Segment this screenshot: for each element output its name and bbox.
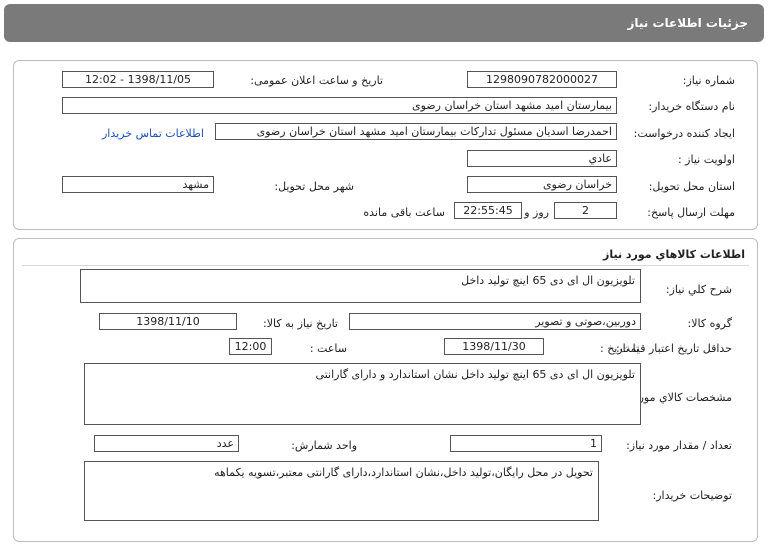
days-word: روز و	[524, 206, 549, 219]
creator-field[interactable]: احمدرضا اسدیان مسئول تدارکات بیمارستان ا…	[215, 123, 617, 140]
summary-field[interactable]: تلویزیون ال ای دی 65 اینچ تولید داخل	[80, 269, 641, 303]
summary-label: شرح کلي نياز:	[665, 283, 732, 296]
unit-label: واحد شمارش:	[291, 439, 357, 452]
buyer-notes-label: توضیحات خریدار:	[652, 489, 733, 502]
city-label: شهر محل تحویل:	[274, 180, 354, 193]
to-date-field[interactable]: 1398/11/30	[444, 338, 544, 355]
need-date-field[interactable]: 1398/11/10	[99, 313, 237, 330]
goods-group-label: گروه کالا:	[687, 317, 732, 330]
deadline-time-field[interactable]: 22:55:45	[454, 202, 522, 219]
buyer-org-label: نام دستگاه خریدار:	[648, 100, 735, 113]
deadline-days-field[interactable]: 2	[554, 202, 617, 219]
deadline-label: مهلت ارسال پاسخ:	[647, 206, 735, 219]
province-field[interactable]: خراسان رضوی	[467, 176, 617, 193]
goods-section-title: اطلاعات کالاهاي مورد نياز	[603, 248, 745, 261]
buyer-contact-link[interactable]: اطلاعات تماس خریدار	[102, 127, 204, 140]
need-info-panel: شماره نیاز: 1298090782000027 تاریخ و ساع…	[13, 60, 758, 230]
province-label: استان محل تحویل:	[648, 180, 735, 193]
need-number-field[interactable]: 1298090782000027	[467, 71, 617, 88]
hour-label: ساعت :	[309, 342, 347, 355]
need-date-label: تاریخ نیاز به کالا:	[263, 317, 338, 330]
announce-datetime-label: تاریخ و ساعت اعلان عمومی:	[250, 74, 383, 87]
buyer-org-field[interactable]: بیمارستان امید مشهد استان خراسان رضوی	[62, 97, 617, 114]
priority-label: اولویت نیاز :	[677, 153, 735, 166]
city-field[interactable]: مشهد	[62, 176, 214, 193]
quantity-field[interactable]: 1	[450, 435, 602, 452]
goods-group-field[interactable]: دوربین،صوتی و تصویر	[349, 313, 641, 330]
hour-field[interactable]: 12:00	[229, 338, 272, 355]
priority-field[interactable]: عادي	[467, 150, 617, 167]
buyer-notes-field[interactable]: تحویل در محل رایگان،تولید داخل،نشان استا…	[84, 461, 599, 521]
to-date-label: تا تاریخ :	[600, 342, 639, 355]
specs-field[interactable]: تلویزیون ال ای دی 65 اینچ تولید داخل نشا…	[84, 363, 641, 425]
remaining-word: ساعت باقی مانده	[363, 206, 445, 219]
need-number-label: شماره نیاز:	[682, 74, 735, 87]
unit-field[interactable]: عدد	[94, 435, 239, 452]
goods-info-panel: اطلاعات کالاهاي مورد نياز شرح کلي نياز: …	[13, 238, 758, 542]
announce-datetime-field[interactable]: 1398/11/05 - 12:02	[62, 71, 214, 88]
quantity-label: تعداد / مقدار مورد نیاز:	[626, 439, 732, 452]
section-divider	[22, 265, 749, 266]
page-title: جزئیات اطلاعات نیاز	[627, 16, 748, 30]
creator-label: ایجاد کننده درخواست:	[633, 127, 735, 140]
page-header: جزئیات اطلاعات نیاز	[4, 4, 764, 42]
